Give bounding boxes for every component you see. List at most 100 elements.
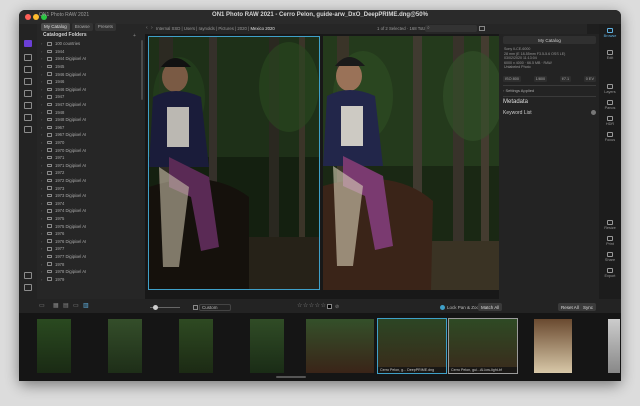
cloud-icon[interactable] xyxy=(24,102,32,109)
folder-item[interactable]: › 1978 Digipixel AI xyxy=(41,268,139,276)
folder-item[interactable]: › 1974 Digipixel AI xyxy=(41,207,139,215)
folder-item[interactable]: › 1948 xyxy=(41,108,139,116)
module-edit[interactable]: Edit xyxy=(601,50,619,60)
match-all-button[interactable]: Match All xyxy=(478,303,503,311)
detail-view-icon[interactable]: ▤ xyxy=(63,302,69,309)
help-icon[interactable] xyxy=(24,284,32,291)
filter-icon[interactable] xyxy=(24,90,32,97)
folder-item[interactable]: › 1975 xyxy=(41,215,139,223)
folder-item[interactable]: › 100 countries xyxy=(41,40,139,48)
filmstrip-thumb[interactable] xyxy=(250,319,284,373)
folder-item[interactable]: › 1944 xyxy=(41,48,139,56)
album-icon[interactable] xyxy=(24,78,32,85)
add-folder-icon[interactable] xyxy=(24,54,32,61)
search-input[interactable]: ⌕ xyxy=(425,25,477,32)
folder-item[interactable]: › 1972 xyxy=(41,169,139,177)
tethered-icon[interactable] xyxy=(24,126,32,133)
folder-item[interactable]: › 1970 Digipixel AI xyxy=(41,146,139,154)
folder-item[interactable]: › 1944 Digipixel AI xyxy=(41,55,139,63)
module-print[interactable]: Print xyxy=(601,236,619,246)
tab-presets[interactable]: Presets xyxy=(94,23,117,31)
folder-item[interactable]: › 1976 xyxy=(41,230,139,238)
module-layers[interactable]: Layers xyxy=(601,84,619,94)
module-hdr[interactable]: HDR xyxy=(601,116,619,126)
folder-item[interactable]: › 1973 xyxy=(41,184,139,192)
color-label-swatch[interactable] xyxy=(327,304,332,309)
folder-item[interactable]: › 1974 xyxy=(41,199,139,207)
module-resize[interactable]: Resize xyxy=(601,220,619,230)
folder-icon xyxy=(47,269,52,274)
breadcrumb-current[interactable]: Mexico 2020 xyxy=(250,26,274,31)
compare-view-icon[interactable]: ▥ xyxy=(83,302,89,309)
filmstrip-thumb[interactable]: Cerro Pelon, gui...AI-low-light-bf xyxy=(448,318,518,374)
folder-item[interactable]: › 1977 Digipixel AI xyxy=(41,253,139,261)
view-mode-icon[interactable] xyxy=(479,26,485,31)
compare-photo-processed[interactable] xyxy=(323,36,499,290)
keyword-settings-icon[interactable] xyxy=(591,110,596,115)
folder-item[interactable]: › 1967 Digipixel AI xyxy=(41,131,139,139)
reset-all-button[interactable]: Reset All xyxy=(558,303,582,311)
filmstrip-thumb[interactable] xyxy=(608,319,620,373)
folder-item[interactable]: › 1971 xyxy=(41,154,139,162)
folder-item[interactable]: › 1973 Digipixel AI xyxy=(41,192,139,200)
filmstrip-thumb[interactable] xyxy=(179,319,213,373)
app-name: ON1 Photo RAW 2021 xyxy=(39,12,90,18)
scroll-indicator[interactable] xyxy=(276,376,306,378)
filmstrip-thumb[interactable] xyxy=(306,319,374,373)
tab-my-catalog[interactable]: My Catalog xyxy=(41,23,70,31)
info-panel-header[interactable]: My Catalog xyxy=(503,36,596,44)
module-focus[interactable]: Focus xyxy=(601,132,619,142)
folder-item[interactable]: › 1947 xyxy=(41,93,139,101)
filmstrip-thumb[interactable] xyxy=(108,319,142,373)
folder-item[interactable]: › 1947 Digipixel AI xyxy=(41,101,139,109)
folder-item[interactable]: › 1976 Digipixel AI xyxy=(41,237,139,245)
folder-item[interactable]: › 1967 xyxy=(41,124,139,132)
keyword-list-title[interactable]: Keyword List xyxy=(503,110,532,116)
breadcrumb-path[interactable]: Internal SSD | Users | raynolds | Pictur… xyxy=(156,26,249,31)
grid-view-icon[interactable]: ▦ xyxy=(53,302,59,309)
star-rating[interactable]: ☆☆☆☆☆ xyxy=(297,302,326,309)
folder-item[interactable]: › 1946 Digipixel AI xyxy=(41,70,139,78)
module-browse[interactable]: Browse xyxy=(601,28,619,38)
back-icon[interactable]: ‹ xyxy=(146,25,148,31)
forward-icon[interactable]: › xyxy=(151,25,153,31)
custom-checkbox[interactable] xyxy=(193,305,198,310)
reject-icon[interactable]: ⊘ xyxy=(335,304,340,310)
folder-item[interactable]: › 1979 xyxy=(41,275,139,283)
folder-item[interactable]: › 1970 xyxy=(41,139,139,147)
folder-item[interactable]: › 1977 xyxy=(41,245,139,253)
folder-item[interactable]: › 1946 xyxy=(41,78,139,86)
filmstrip-thumb[interactable] xyxy=(534,319,572,373)
module-label: Focus xyxy=(604,138,616,142)
folder-item[interactable]: › 1971 Digipixel AI xyxy=(41,162,139,170)
module-panos[interactable]: Panos xyxy=(601,100,619,110)
recent-icon[interactable] xyxy=(24,114,32,121)
compare-photo-original[interactable] xyxy=(148,36,320,290)
filmstrip-view-icon[interactable]: ▭ xyxy=(73,302,79,309)
folder-item[interactable]: › 1945 xyxy=(41,63,139,71)
add-catalog-icon[interactable]: + xyxy=(133,33,136,39)
filmstrip-thumb[interactable] xyxy=(37,319,71,373)
panel-scrollbar[interactable] xyxy=(141,40,143,100)
module-share[interactable]: Share xyxy=(601,252,619,262)
folder-item[interactable]: › 1946 Digipixel AI xyxy=(41,86,139,94)
tab-browse[interactable]: Browse xyxy=(71,23,93,31)
folder-item[interactable]: › 1978 xyxy=(41,260,139,268)
camera-icon[interactable] xyxy=(24,66,32,73)
lock-pan-zoom-indicator[interactable] xyxy=(440,305,445,310)
preview-icon[interactable]: ▭ xyxy=(39,302,45,309)
metadata-title[interactable]: Metadata xyxy=(503,99,528,105)
custom-label: Custom xyxy=(202,305,218,310)
sync-button[interactable]: Sync xyxy=(580,303,597,311)
settings-applied[interactable]: › Settings Applied xyxy=(503,88,534,93)
layers-icon xyxy=(607,84,613,89)
folder-item[interactable]: › 1972 Digipixel AI xyxy=(41,177,139,185)
folder-icon xyxy=(47,95,52,99)
folder-label: 1978 xyxy=(55,261,65,267)
filmstrip-thumb[interactable]: Cerro Pelon, g... DeepPRIME.dng xyxy=(377,318,447,374)
folder-item[interactable]: › 1948 Digipixel AI xyxy=(41,116,139,124)
settings-icon[interactable] xyxy=(24,272,32,279)
module-export[interactable]: Export xyxy=(601,268,619,278)
zoom-slider-knob[interactable] xyxy=(153,305,158,310)
folder-item[interactable]: › 1975 Digipixel AI xyxy=(41,222,139,230)
